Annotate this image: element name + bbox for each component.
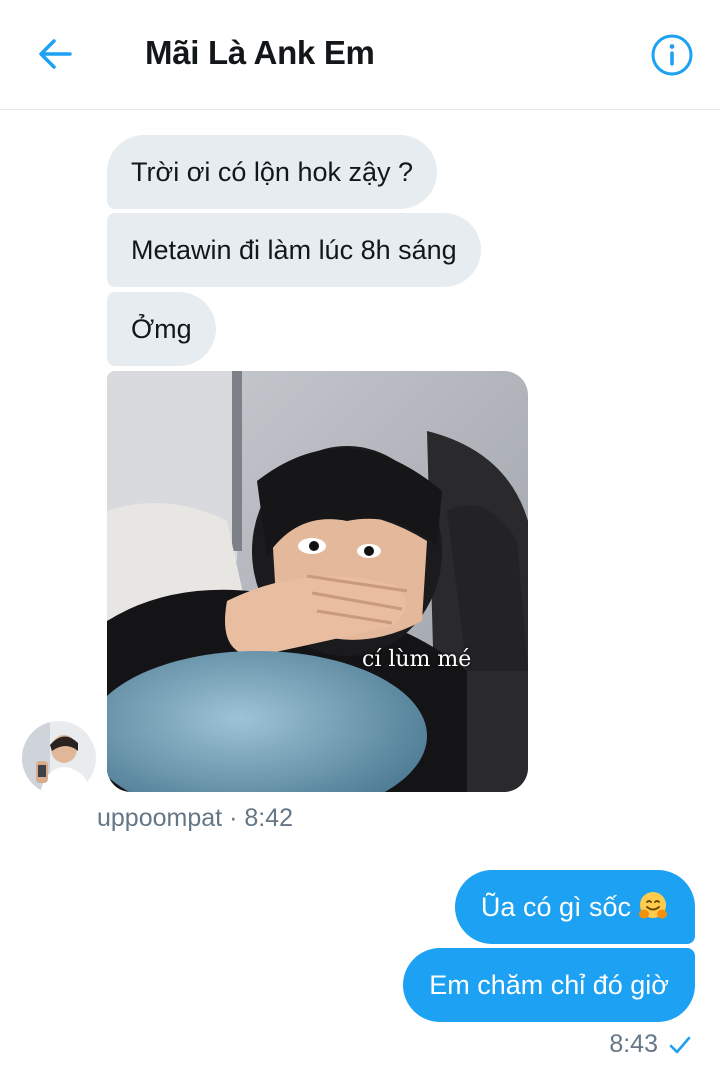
outgoing-message[interactable]: Em chăm chỉ đó giờ (403, 948, 695, 1022)
conversation-title: Mãi Là Ank Em (145, 34, 375, 71)
sender-name[interactable]: uppoompat (97, 804, 222, 832)
incoming-message[interactable]: Trời ơi có lộn hok zậy ? (107, 135, 438, 209)
checkmark-icon (669, 1036, 691, 1053)
arrow-left-icon (39, 39, 72, 69)
sender-avatar[interactable] (22, 721, 96, 795)
outgoing-message[interactable]: Ũa có gì sốc (454, 870, 695, 944)
back-button[interactable] (34, 34, 78, 74)
outgoing-message-text: Ũa có gì sốc (480, 892, 631, 922)
outgoing-timestamp: 8:43 (609, 1030, 658, 1058)
incoming-image-message[interactable]: cí lùm mé (107, 371, 528, 792)
avatar-photo (22, 721, 96, 795)
info-button[interactable] (650, 33, 694, 77)
incoming-timestamp: 8:42 (244, 804, 294, 832)
hugging-face-icon (639, 892, 667, 919)
meme-caption: cí lùm mé (362, 647, 472, 672)
outgoing-meta: 8:43 (609, 1030, 692, 1059)
info-icon (651, 34, 693, 76)
meta-separator: · (229, 804, 238, 832)
incoming-message[interactable]: Metawin đi làm lúc 8h sáng (107, 213, 481, 287)
conversation-header: Mãi Là Ank Em (0, 0, 720, 110)
incoming-meta: uppoompat · 8:42 (97, 804, 293, 833)
incoming-message[interactable]: Ởmg (107, 292, 216, 366)
meme-photo (107, 371, 528, 792)
